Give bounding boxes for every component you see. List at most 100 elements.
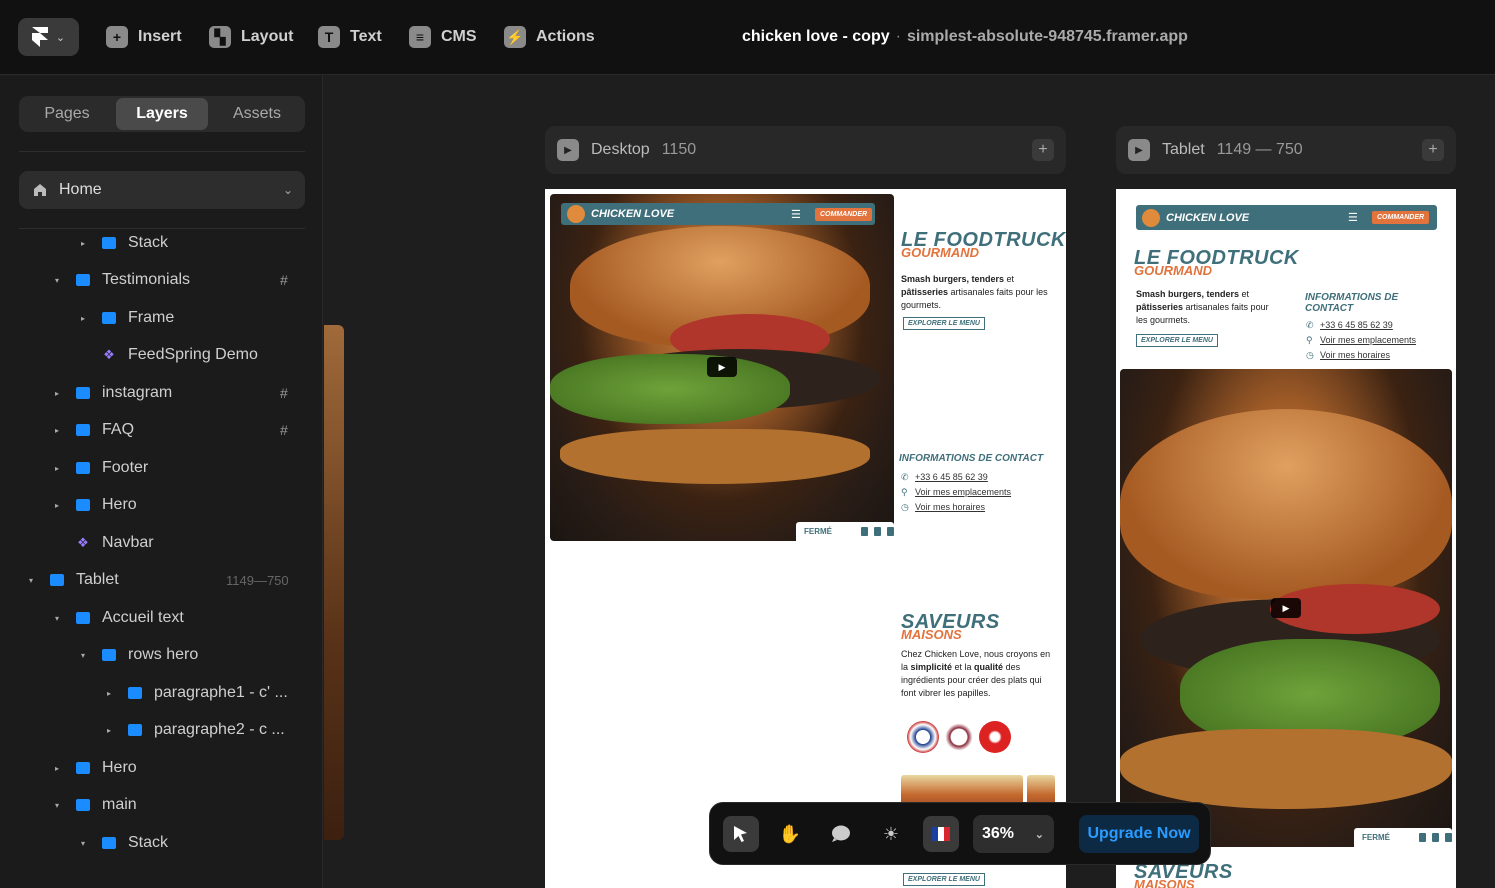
caret-down-icon[interactable]: ▾ bbox=[76, 651, 90, 660]
framer-menu-button[interactable]: ⌄ bbox=[18, 18, 79, 56]
explore-menu-button[interactable]: EXPLORER LE MENU bbox=[903, 873, 985, 886]
phone-number: +33 6 45 85 62 39 bbox=[915, 472, 988, 482]
phone-link[interactable]: ✆ +33 6 45 85 62 39 bbox=[901, 472, 988, 483]
explore-menu-button[interactable]: EXPLORER LE MENU bbox=[903, 317, 985, 330]
theme-toggle[interactable]: ☀ bbox=[873, 816, 909, 852]
stack-icon bbox=[76, 387, 90, 399]
tablet-frame-header[interactable]: ▶ Tablet 1149 — 750 + bbox=[1116, 126, 1456, 174]
preview-play-icon[interactable]: ▶ bbox=[557, 139, 579, 161]
caret-down-icon[interactable]: ▾ bbox=[50, 614, 64, 623]
phone-link[interactable]: ✆ +33 6 45 85 62 39 bbox=[1306, 320, 1393, 331]
layer-row[interactable]: ▸ FAQ # bbox=[50, 415, 300, 445]
menu-icon[interactable]: ☰ bbox=[791, 208, 801, 221]
frame-icon bbox=[76, 762, 90, 774]
pointer-tool[interactable] bbox=[723, 816, 759, 852]
explore-menu-button[interactable]: EXPLORER LE MENU bbox=[1136, 334, 1218, 347]
layer-row[interactable]: ▾ Stack bbox=[76, 828, 300, 858]
page-select[interactable]: Home ⌄ bbox=[19, 171, 305, 209]
caret-down-icon[interactable]: ▾ bbox=[50, 801, 64, 810]
video-play-icon[interactable]: ▶ bbox=[1271, 598, 1301, 618]
tab-pages[interactable]: Pages bbox=[21, 98, 113, 130]
caret-down-icon[interactable]: ▾ bbox=[50, 276, 64, 285]
sidebar-tabs: Pages Layers Assets bbox=[19, 96, 305, 132]
caret-right-icon[interactable]: ▸ bbox=[50, 426, 64, 435]
layer-label: instagram bbox=[102, 384, 173, 401]
hero-video[interactable]: ▶ bbox=[1120, 369, 1452, 847]
caret-right-icon[interactable]: ▸ bbox=[102, 726, 116, 735]
canvas[interactable]: ▶ Desktop 1150 + ▶ Tablet 1149 — 750 + ▶… bbox=[324, 76, 1495, 888]
chevron-down-icon: ⌄ bbox=[55, 31, 66, 44]
preview-play-icon[interactable]: ▶ bbox=[1128, 139, 1150, 161]
upgrade-button[interactable]: Upgrade Now bbox=[1079, 815, 1199, 853]
insert-button[interactable]: + Insert bbox=[106, 24, 182, 50]
layer-dimensions: 1149—750 bbox=[226, 572, 289, 588]
layer-row[interactable]: ▸ Hero bbox=[50, 753, 300, 783]
actions-label: Actions bbox=[536, 28, 595, 45]
video-play-icon[interactable]: ▶ bbox=[707, 357, 737, 377]
caret-right-icon[interactable]: ▸ bbox=[50, 389, 64, 398]
caret-right-icon[interactable]: ▸ bbox=[76, 239, 90, 248]
layer-row[interactable]: ▸ paragraphe2 - c ... bbox=[102, 715, 300, 745]
layer-row[interactable]: ▾ Accueil text bbox=[50, 603, 300, 633]
stack-icon bbox=[102, 237, 116, 249]
layer-row[interactable]: ▸ Footer bbox=[50, 453, 300, 483]
instagram-icon[interactable] bbox=[1432, 833, 1440, 842]
layer-row[interactable]: ▸ Stack bbox=[76, 228, 300, 258]
actions-button[interactable]: ⚡ Actions bbox=[504, 24, 595, 50]
offscreen-frame-edge bbox=[324, 325, 344, 840]
layer-row[interactable]: ▸ Hero bbox=[50, 490, 300, 520]
locations-link[interactable]: ⚲ Voir mes emplacements bbox=[901, 487, 1011, 498]
hours-link[interactable]: ◷ Voir mes horaires bbox=[1306, 350, 1390, 361]
frame-icon bbox=[76, 499, 90, 511]
layer-row[interactable]: ▾ Testimonials # bbox=[50, 265, 300, 295]
tablet-page[interactable]: CHICKEN LOVE ☰ COMMANDER LE FOODTRUCK GO… bbox=[1116, 189, 1456, 888]
hand-tool[interactable]: ✋ bbox=[772, 816, 808, 852]
zoom-select[interactable]: 36% ⌄ bbox=[973, 815, 1054, 853]
phone-icon: ✆ bbox=[901, 472, 909, 482]
caret-right-icon[interactable]: ▸ bbox=[50, 764, 64, 773]
menu-icon[interactable]: ☰ bbox=[1348, 211, 1358, 224]
linkedin-icon[interactable] bbox=[1419, 833, 1427, 842]
flavors-text: Chez Chicken Love, nous croyons en la si… bbox=[901, 648, 1056, 700]
caret-right-icon[interactable]: ▸ bbox=[50, 501, 64, 510]
tab-assets[interactable]: Assets bbox=[211, 98, 303, 130]
locale-button[interactable] bbox=[923, 816, 959, 852]
location-pin-icon: ⚲ bbox=[901, 487, 908, 497]
caret-right-icon[interactable]: ▸ bbox=[50, 464, 64, 473]
layer-row[interactable]: ▸ paragraphe1 - c' ... bbox=[102, 678, 300, 708]
caret-down-icon[interactable]: ▾ bbox=[76, 839, 90, 848]
desktop-page[interactable]: ▶ CHICKEN LOVE ☰ COMMANDER FERMÉ LE FOOD… bbox=[545, 189, 1066, 888]
layer-row[interactable]: ❖ FeedSpring Demo bbox=[76, 340, 300, 370]
locations-link[interactable]: ⚲ Voir mes emplacements bbox=[1306, 335, 1416, 346]
hero-video[interactable]: ▶ bbox=[550, 194, 894, 541]
hours-link[interactable]: ◷ Voir mes horaires bbox=[901, 502, 985, 513]
layer-row[interactable]: ❖ Navbar bbox=[50, 528, 300, 558]
add-breakpoint-icon[interactable]: + bbox=[1032, 139, 1054, 161]
instagram-icon[interactable] bbox=[874, 527, 882, 536]
caret-right-icon[interactable]: ▸ bbox=[102, 689, 116, 698]
order-button[interactable]: COMMANDER bbox=[1372, 211, 1430, 224]
site-navbar: CHICKEN LOVE ☰ COMMANDER bbox=[561, 203, 875, 225]
caret-down-icon[interactable]: ▾ bbox=[24, 576, 38, 585]
layout-button[interactable]: ▚ Layout bbox=[209, 24, 293, 50]
project-title[interactable]: chicken love - copy · simplest-absolute-94… bbox=[742, 28, 1188, 46]
layer-row[interactable]: ▾ rows hero bbox=[76, 640, 300, 670]
order-button[interactable]: COMMANDER bbox=[815, 208, 873, 221]
comment-tool[interactable] bbox=[823, 816, 859, 852]
facebook-icon[interactable] bbox=[887, 527, 895, 536]
layer-row[interactable]: ▸ Frame bbox=[76, 303, 300, 333]
cms-button[interactable]: ≡ CMS bbox=[409, 24, 477, 50]
text-button[interactable]: T Text bbox=[318, 24, 382, 50]
layer-row[interactable]: ▾ Tablet 1149—750 bbox=[24, 565, 300, 595]
stack-icon bbox=[76, 274, 90, 286]
layer-row[interactable]: ▾ main bbox=[50, 790, 300, 820]
layer-row[interactable]: ▸ instagram # bbox=[50, 378, 300, 408]
facebook-icon[interactable] bbox=[1445, 833, 1453, 842]
tab-layers[interactable]: Layers bbox=[116, 98, 208, 130]
layer-label: Stack bbox=[128, 834, 169, 851]
linkedin-icon[interactable] bbox=[861, 527, 869, 536]
caret-right-icon[interactable]: ▸ bbox=[76, 314, 90, 323]
chicken-logo-icon bbox=[567, 205, 585, 223]
desktop-frame-header[interactable]: ▶ Desktop 1150 + bbox=[545, 126, 1066, 174]
add-breakpoint-icon[interactable]: + bbox=[1422, 139, 1444, 161]
